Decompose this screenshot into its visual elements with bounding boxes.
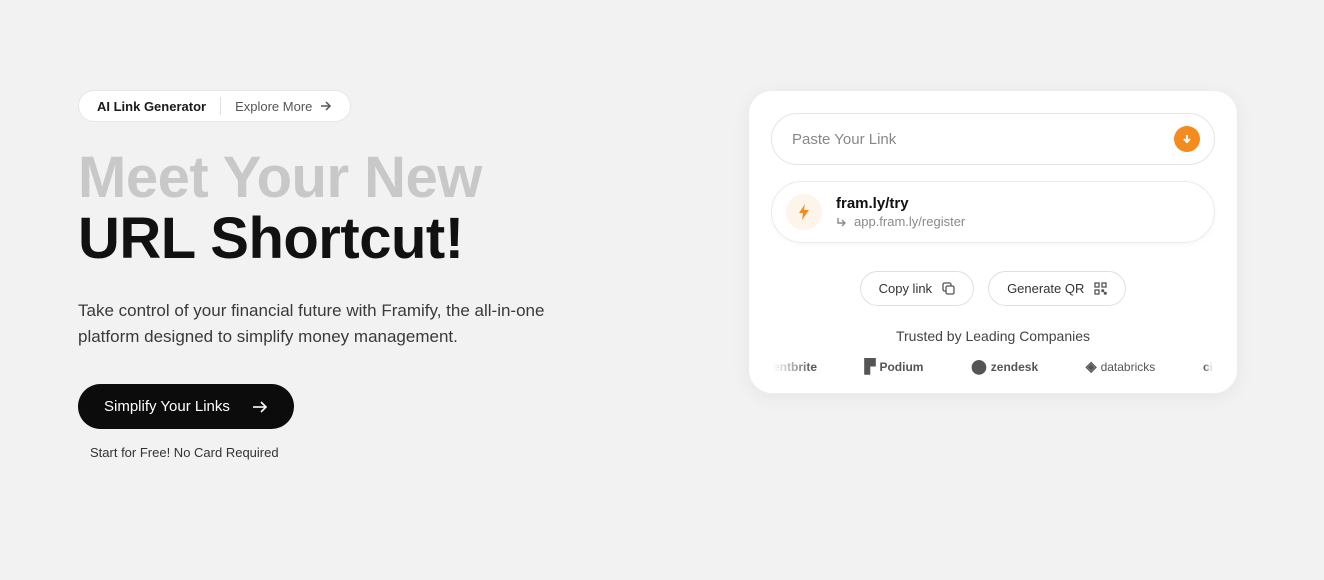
databricks-glyph-icon: ◈ [1086, 358, 1097, 375]
qr-icon [1094, 282, 1107, 295]
arrow-right-icon [320, 101, 332, 111]
announcement-pill[interactable]: AI Link Generator Explore More [78, 90, 351, 122]
demo-panel: fram.ly/try app.fram.ly/register Copy li… [748, 90, 1238, 540]
copy-link-button[interactable]: Copy link [860, 271, 974, 306]
simplify-links-button[interactable]: Simplify Your Links [78, 384, 294, 429]
cta-note: Start for Free! No Card Required [90, 445, 688, 460]
explore-more-link[interactable]: Explore More [235, 99, 332, 114]
arrow-right-icon [252, 401, 268, 413]
hero-title-line1: Meet Your New [78, 148, 688, 209]
logo-eventbrite: entbrite [773, 360, 817, 374]
link-input-row[interactable] [771, 113, 1215, 165]
arrow-down-icon [1181, 133, 1193, 145]
long-url-wrap: app.fram.ly/register [836, 214, 965, 229]
trusted-title: Trusted by Leading Companies [771, 328, 1215, 344]
pill-divider [220, 97, 221, 115]
lightning-icon [796, 203, 812, 221]
hero-title-line2: URL Shortcut! [78, 209, 688, 270]
logo-podium: ▛Podium [865, 358, 924, 375]
bolt-icon [786, 194, 822, 230]
result-text: fram.ly/try app.fram.ly/register [836, 195, 965, 229]
logo-partial: ci [1203, 360, 1213, 374]
landing-page: AI Link Generator Explore More Meet Your… [0, 0, 1324, 580]
result-row[interactable]: fram.ly/try app.fram.ly/register [771, 181, 1215, 243]
cta-label: Simplify Your Links [104, 398, 230, 415]
generate-qr-label: Generate QR [1007, 281, 1084, 296]
zendesk-glyph-icon: ⬤ [971, 358, 987, 375]
podium-glyph-icon: ▛ [865, 358, 876, 375]
pill-label: AI Link Generator [97, 99, 206, 114]
copy-icon [942, 282, 955, 295]
redirect-icon [836, 216, 848, 228]
logo-zendesk: ⬤zendesk [971, 358, 1038, 375]
short-url: fram.ly/try [836, 195, 965, 212]
generate-qr-button[interactable]: Generate QR [988, 271, 1126, 306]
copy-link-label: Copy link [879, 281, 932, 296]
hero-title: Meet Your New URL Shortcut! [78, 148, 688, 270]
trusted-section: Trusted by Leading Companies entbrite ▛P… [771, 328, 1215, 375]
logo-row: entbrite ▛Podium ⬤zendesk ◈databricks ci [771, 358, 1215, 375]
hero-section: AI Link Generator Explore More Meet Your… [78, 90, 688, 540]
long-url: app.fram.ly/register [854, 214, 965, 229]
link-input[interactable] [792, 131, 1174, 148]
shortener-card: fram.ly/try app.fram.ly/register Copy li… [748, 90, 1238, 394]
logo-databricks: ◈databricks [1086, 358, 1155, 375]
action-row: Copy link Generate QR [771, 271, 1215, 306]
submit-link-button[interactable] [1174, 126, 1200, 152]
explore-more-text: Explore More [235, 99, 312, 114]
hero-subtitle: Take control of your financial future wi… [78, 298, 598, 351]
